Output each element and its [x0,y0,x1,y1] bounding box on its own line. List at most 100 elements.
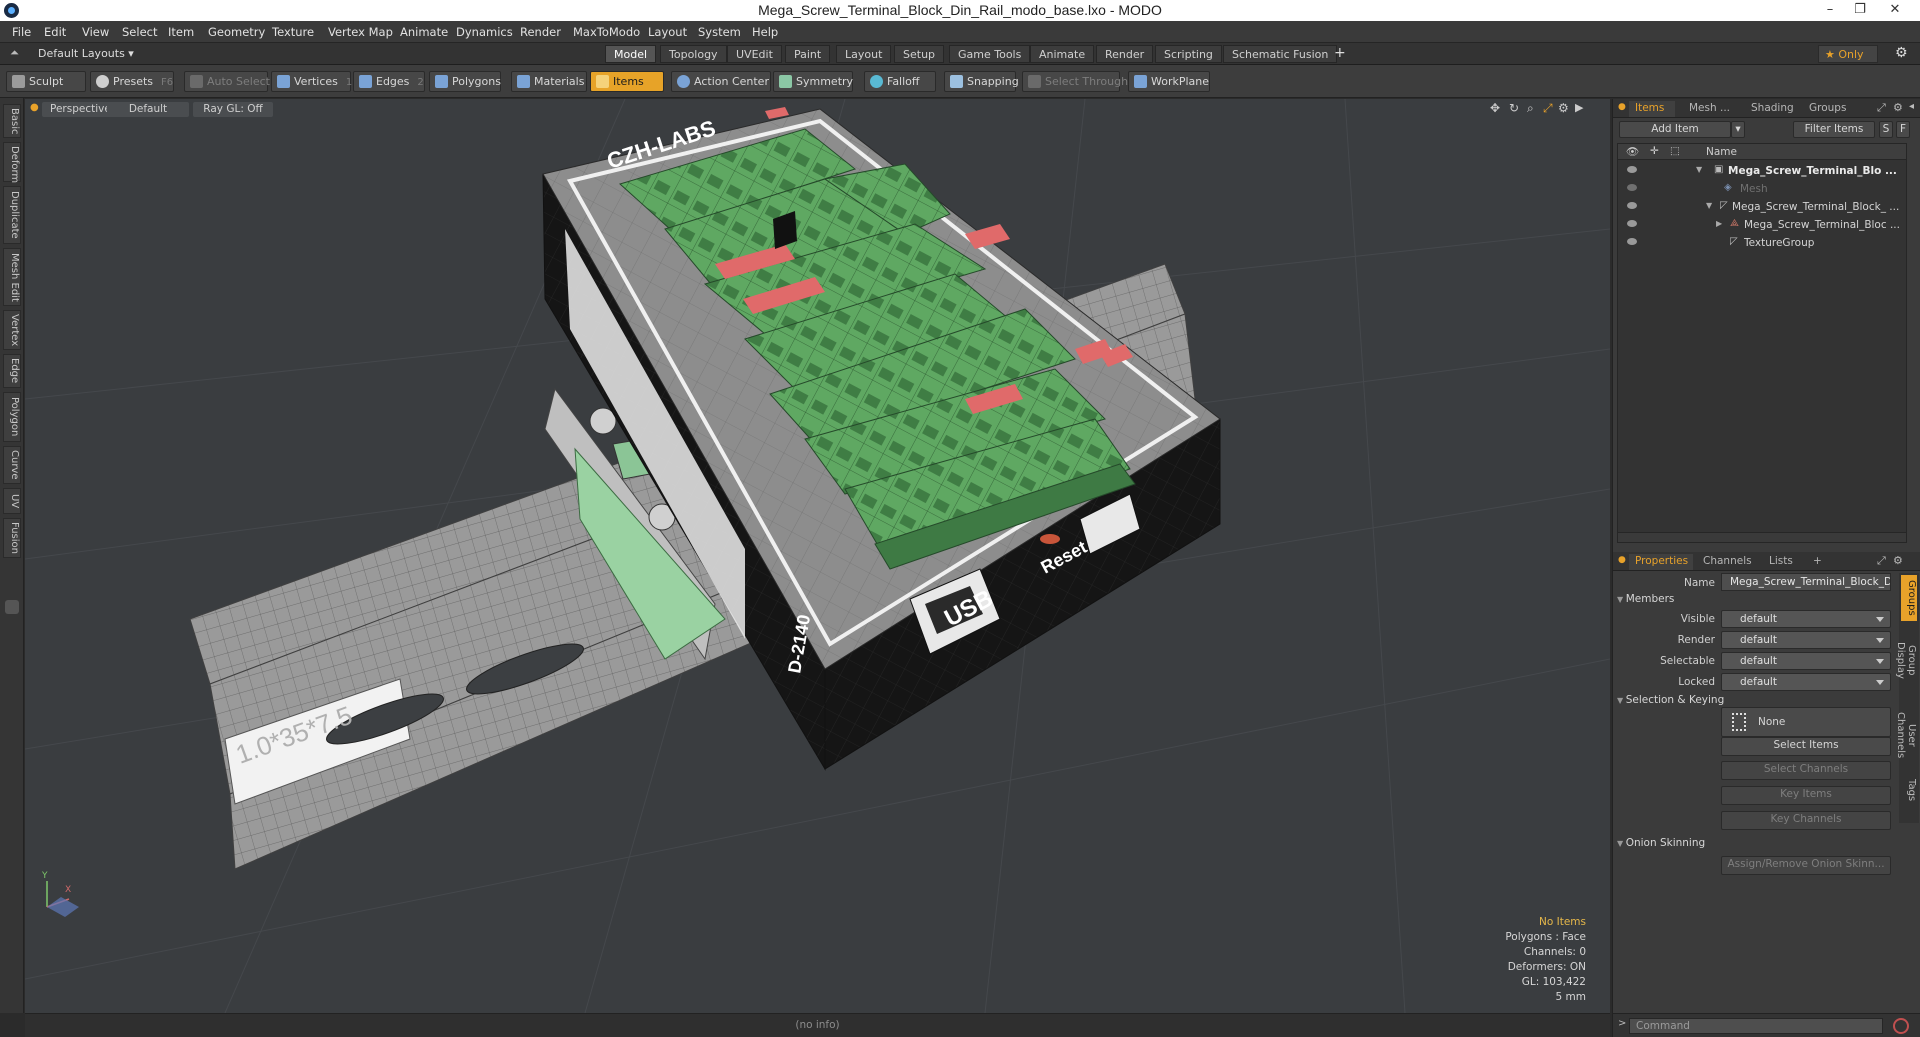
item-name-field[interactable]: Mega_Screw_Terminal_Block_Din_ [1721,573,1891,591]
tab-render[interactable]: Render [1096,45,1154,63]
snapping-button[interactable]: Snapping [944,71,1019,92]
left-tab-curve[interactable]: Curve [3,446,21,484]
tab-topology[interactable]: Topology [660,45,727,63]
menu-item[interactable]: Item [168,25,194,39]
members-section-header[interactable]: ▼ Members [1617,593,1907,609]
maximize-button[interactable]: ❐ [1845,0,1875,20]
selectable-dropdown[interactable]: default [1721,652,1891,670]
side-tab-group-display[interactable]: Group Display [1895,625,1917,695]
auto-select-button[interactable]: Auto Select [184,71,270,92]
tab-lists[interactable]: Lists [1763,554,1801,570]
selection-set-none-button[interactable]: None [1721,707,1891,737]
properties-expand-icon[interactable]: ⤢ [1877,554,1886,568]
key-channels-button[interactable]: Key Channels [1721,811,1891,830]
menu-texture[interactable]: Texture [272,25,314,39]
item-row[interactable]: ▼ ▣ Mega_Screw_Terminal_Blo ... [1618,162,1906,180]
tab-properties[interactable]: Properties [1629,554,1693,570]
menu-file[interactable]: File [12,25,31,39]
items-panel-collapse-icon[interactable]: ◂ [1909,101,1914,112]
filter-s-button[interactable]: S [1879,121,1893,138]
menu-edit[interactable]: Edit [44,25,66,39]
add-item-button[interactable]: Add Item [1619,121,1731,138]
menu-vertex-map[interactable]: Vertex Map [328,25,393,39]
symmetry-button[interactable]: Symmetry [773,71,853,92]
items-panel-expand-icon[interactable]: ⤢ [1877,101,1886,115]
left-tab-uv[interactable]: UV [3,488,21,514]
select-through-button[interactable]: Select Through [1022,71,1128,92]
left-tab-polygon[interactable]: Polygon [3,392,21,442]
assign-onion-skin-button[interactable]: Assign/Remove Onion Skinn... [1721,856,1891,875]
tab-animate[interactable]: Animate [1030,45,1095,63]
menu-system[interactable]: System [698,25,741,39]
menu-maxtomodo[interactable]: MaxToModo [573,25,640,39]
menu-render[interactable]: Render [520,25,561,39]
left-tabs-toggle-icon[interactable] [5,600,19,614]
pan-icon[interactable]: ✥ [1490,101,1500,115]
side-tab-user-channels[interactable]: User Channels [1895,699,1917,771]
tab-groups[interactable]: Groups [1803,101,1853,117]
layout-gear-icon[interactable]: ⚙ [1895,45,1908,61]
menu-help[interactable]: Help [752,25,778,39]
lock-column-icon[interactable]: ✛ [1650,145,1659,157]
left-tab-basic[interactable]: Basic [3,104,21,138]
filter-items-button[interactable]: Filter Items [1793,121,1875,138]
tab-items[interactable]: Items [1629,101,1675,117]
workplane-button[interactable]: WorkPlane [1128,71,1210,92]
add-properties-tab-button[interactable]: + [1807,554,1825,570]
view-mode-dropdown[interactable]: Perspective [42,102,112,117]
expand-arrow-icon[interactable]: ▼ [1696,165,1702,174]
visibility-eye-icon[interactable] [1627,220,1637,227]
tab-layout[interactable]: Layout [836,45,892,63]
command-stop-icon[interactable] [1893,1018,1909,1034]
menu-geometry[interactable]: Geometry [208,25,265,39]
left-tab-vertex[interactable]: Vertex [3,310,21,350]
materials-button[interactable]: Materials [511,71,587,92]
left-tab-fusion[interactable]: Fusion [3,518,21,558]
item-row[interactable]: ◈ Mesh [1618,180,1906,198]
expand-arrow-icon[interactable]: ▼ [1706,201,1712,210]
visible-dropdown[interactable]: default [1721,610,1891,628]
tab-shading[interactable]: Shading [1745,101,1797,117]
properties-gear-icon[interactable]: ⚙ [1893,554,1903,567]
locked-dropdown[interactable]: default [1721,673,1891,691]
tab-schematic-fusion[interactable]: Schematic Fusion [1223,45,1338,63]
onion-skinning-section-header[interactable]: ▼ Onion Skinning [1617,837,1907,853]
item-row[interactable]: ◸ TextureGroup [1618,234,1906,252]
3d-viewport[interactable]: CZH-LABS USB Reset 1.0*35*7.5 D-2140 Y X… [25,99,1610,1013]
item-list-scrollbar[interactable] [1618,532,1906,542]
polygons-button[interactable]: Polygons [429,71,501,92]
presets-button[interactable]: Presets F6 [90,71,174,92]
tab-scripting[interactable]: Scripting [1155,45,1222,63]
tab-channels[interactable]: Channels [1697,554,1755,570]
key-items-button[interactable]: Key Items [1721,786,1891,805]
tab-model[interactable]: Model [605,45,657,63]
layout-preset-dropdown[interactable]: Default Layouts ▾ [38,47,134,60]
menu-dynamics[interactable]: Dynamics [456,25,513,39]
side-tab-groups[interactable]: Groups [1901,575,1917,621]
tab-uvedit[interactable]: UVEdit [727,45,782,63]
name-column-header[interactable]: Name [1706,146,1737,158]
visibility-eye-icon[interactable] [1627,202,1637,209]
tab-setup[interactable]: Setup [894,45,945,63]
filter-f-button[interactable]: F [1896,121,1910,138]
viewport-expand-icon[interactable]: ▶ [1575,101,1583,114]
vertices-button[interactable]: Vertices 1 [271,71,352,92]
raygl-toggle[interactable]: Ray GL: Off [193,102,273,117]
viewport-menu-icon[interactable]: ● [30,102,39,113]
item-row[interactable]: ▶ ⟁ Mega_Screw_Terminal_Bloc ... [1618,216,1906,234]
add-tab-button[interactable]: + [1334,45,1346,61]
menu-view[interactable]: View [82,25,109,39]
tab-mesh[interactable]: Mesh ... [1683,101,1737,117]
menu-animate[interactable]: Animate [400,25,448,39]
layout-home-icon[interactable]: ⏶ [10,46,19,60]
fit-icon[interactable]: ⤢ [1543,101,1553,116]
visibility-column-icon[interactable]: 👁 [1626,145,1639,158]
close-button[interactable]: ✕ [1880,0,1910,20]
side-tab-tags[interactable]: Tags [1901,775,1917,805]
items-panel-menu-icon[interactable]: ● [1618,102,1626,112]
visibility-eye-icon[interactable] [1627,166,1637,173]
left-tab-edge[interactable]: Edge [3,354,21,388]
add-item-dropdown-icon[interactable]: ▾ [1731,121,1745,138]
shading-mode-dropdown[interactable]: Default [107,102,189,117]
tab-paint[interactable]: Paint [785,45,831,63]
